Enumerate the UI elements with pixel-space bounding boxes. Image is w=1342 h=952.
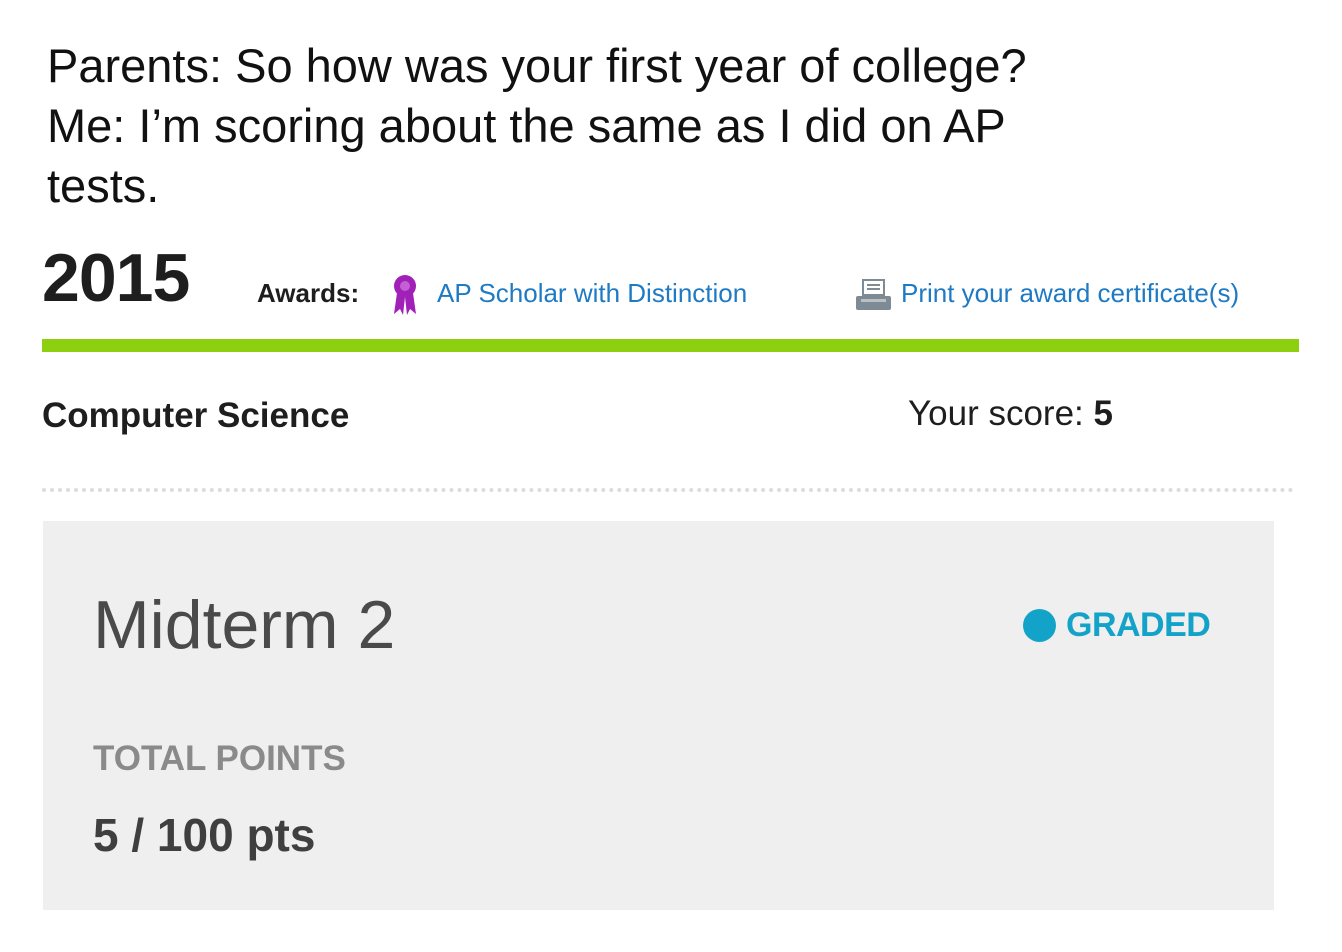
status-label: GRADED [1066,606,1211,644]
score-line: Your score: 5 [908,394,1113,434]
status-dot-icon [1023,608,1056,642]
assignment-title: Midterm 2 [93,587,396,663]
score-label: Your score: [908,394,1084,433]
meme-caption: Parents: So how was your first year of c… [47,36,1167,216]
caption-line-1: Parents: So how was your first year of c… [47,39,1027,92]
total-points-value: 5 / 100 pts [93,809,316,861]
total-points-label: TOTAL POINTS [93,739,346,778]
caption-line-3: tests. [47,159,160,212]
print-certificate-link[interactable]: Print your award certificate(s) [901,278,1239,308]
printer-icon[interactable] [855,279,892,311]
caption-line-2: Me: I’m scoring about the same as I did … [47,99,1006,152]
dotted-divider [42,488,1294,492]
ribbon-award-icon [394,275,416,315]
grade-card: Midterm 2 GRADED TOTAL POINTS 5 / 100 pt… [43,521,1274,910]
green-divider [42,339,1299,352]
awards-label: Awards: [257,278,360,308]
subject-name: Computer Science [42,396,350,435]
status-badge: GRADED [1023,605,1211,645]
report-year: 2015 [42,240,190,316]
score-value: 5 [1093,394,1113,433]
award-link[interactable]: AP Scholar with Distinction [437,278,747,308]
